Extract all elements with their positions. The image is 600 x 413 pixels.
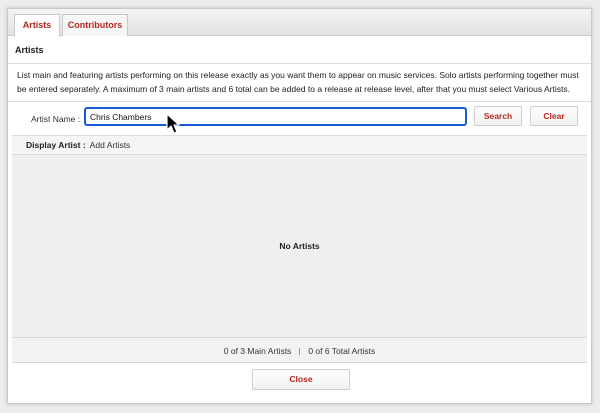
- dialog-footer: Close: [8, 364, 591, 404]
- mouse-pointer-icon: [166, 113, 180, 134]
- tab-contributors[interactable]: Contributors: [62, 14, 128, 36]
- total-artists-count: 0 of 6 Total Artists: [308, 346, 376, 356]
- artist-counts: 0 of 3 Main Artists 0 of 6 Total Artists: [12, 337, 587, 363]
- artist-name-input[interactable]: [84, 107, 467, 126]
- description-text: List main and featuring artists performi…: [17, 70, 579, 94]
- count-divider: [299, 348, 301, 356]
- artist-name-label: Artist Name :: [31, 114, 81, 124]
- main-artists-count: 0 of 3 Main Artists: [223, 346, 292, 356]
- section-title: Artists: [8, 36, 591, 64]
- artists-dialog: Artists Contributors Artists List main a…: [7, 8, 592, 404]
- display-artist-label: Display Artist :: [26, 140, 86, 150]
- artist-search-row: Artist Name : Search Clear: [8, 101, 591, 136]
- display-artist-row: Display Artist : Add Artists: [12, 135, 587, 154]
- close-button[interactable]: Close: [252, 369, 350, 390]
- tab-artists[interactable]: Artists: [14, 14, 60, 37]
- artists-list-area: No Artists: [12, 154, 587, 337]
- tab-bar: Artists Contributors: [8, 9, 591, 37]
- search-button[interactable]: Search: [474, 106, 522, 126]
- empty-state-text: No Artists: [279, 241, 320, 251]
- display-artist-value: Add Artists: [89, 140, 131, 150]
- clear-button[interactable]: Clear: [530, 106, 578, 126]
